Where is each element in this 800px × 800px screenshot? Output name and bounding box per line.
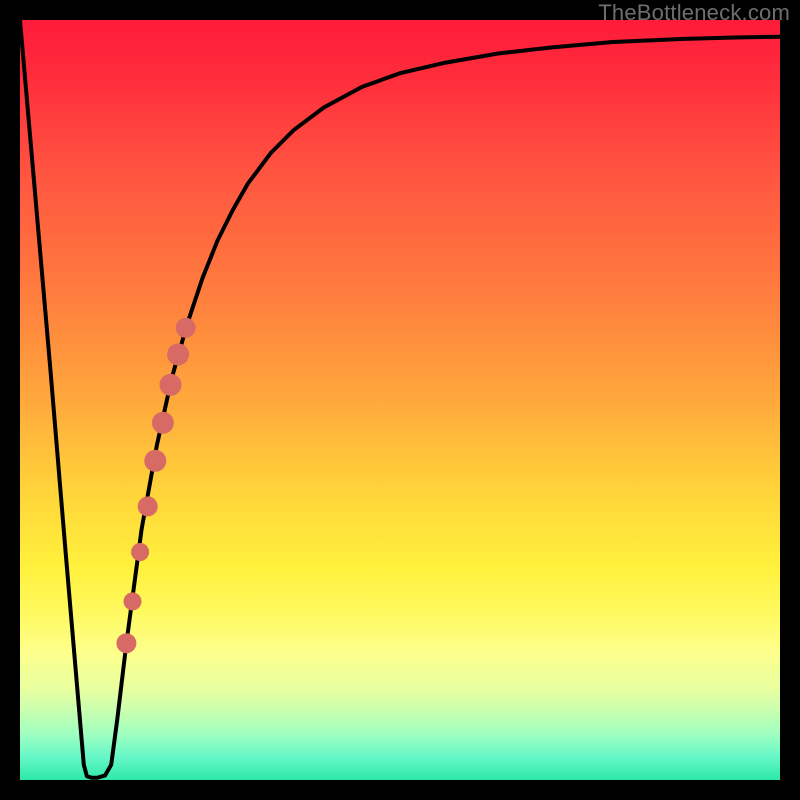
chart-frame: TheBottleneck.com <box>0 0 800 800</box>
watermark-label: TheBottleneck.com <box>598 0 790 26</box>
highlight-dot <box>167 343 189 365</box>
highlight-dot <box>176 318 196 338</box>
highlight-dot <box>124 592 142 610</box>
highlight-dot <box>116 633 136 653</box>
highlight-dot <box>144 450 166 472</box>
highlight-dot <box>138 496 158 516</box>
curve-line <box>20 20 780 778</box>
highlight-points <box>116 318 195 653</box>
highlight-dot <box>131 543 149 561</box>
chart-svg <box>20 20 780 780</box>
bottleneck-curve <box>20 20 780 778</box>
highlight-dot <box>152 412 174 434</box>
highlight-dot <box>160 374 182 396</box>
plot-area <box>20 20 780 780</box>
